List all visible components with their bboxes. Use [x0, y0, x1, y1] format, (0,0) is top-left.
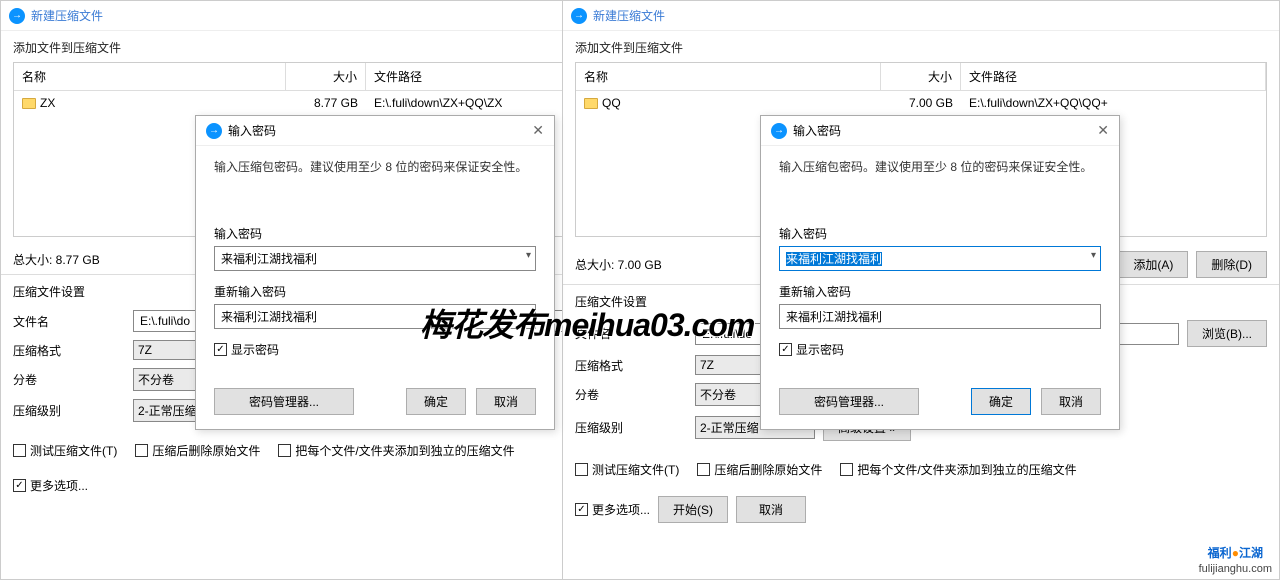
password-dialog-right: 输入密码 ✕ 输入压缩包密码。建议使用至少 8 位的密码来保证安全性。 输入密码…	[760, 115, 1120, 430]
password-dialog-left: 输入密码 ✕ 输入压缩包密码。建议使用至少 8 位的密码来保证安全性。 输入密码…	[195, 115, 555, 430]
start-button[interactable]: 开始(S)	[658, 496, 728, 523]
chevron-down-icon[interactable]: ▾	[1091, 250, 1096, 261]
check-more-options[interactable]: ✓更多选项...	[575, 501, 650, 518]
level-label: 压缩级别	[575, 419, 695, 436]
section-title: 添加文件到压缩文件	[13, 39, 567, 56]
dialog-title: 输入密码	[228, 122, 276, 139]
ok-button[interactable]: 确定	[406, 388, 466, 415]
check-show-password[interactable]: ✓显示密码	[214, 341, 536, 358]
col-name[interactable]: 名称	[14, 63, 286, 90]
total-size: 总大小: 8.77 GB	[13, 251, 100, 268]
window-title: 新建压缩文件	[31, 7, 103, 24]
folder-icon	[22, 98, 36, 109]
col-path[interactable]: 文件路径	[961, 63, 1266, 90]
check-test[interactable]: 测试压缩文件(T)	[13, 442, 117, 459]
col-name[interactable]: 名称	[576, 63, 881, 90]
app-icon	[9, 8, 25, 24]
check-separate[interactable]: 把每个文件/文件夹添加到独立的压缩文件	[278, 442, 514, 459]
app-icon	[771, 123, 787, 139]
folder-icon	[584, 98, 598, 109]
check-more-options[interactable]: ✓更多选项...	[13, 477, 88, 494]
filename-label: 文件名	[575, 325, 695, 342]
col-path[interactable]: 文件路径	[366, 63, 566, 90]
section-title: 添加文件到压缩文件	[575, 39, 1267, 56]
close-icon[interactable]: ✕	[532, 122, 544, 139]
check-separate[interactable]: 把每个文件/文件夹添加到独立的压缩文件	[840, 461, 1076, 478]
cancel-button[interactable]: 取消	[736, 496, 806, 523]
file-path: E:\.fuli\down\ZX+QQ\ZX	[366, 94, 566, 112]
password-confirm-field[interactable]: 来福利江湖找福利	[779, 304, 1101, 329]
table-row[interactable]: QQ 7.00 GB E:\.fuli\down\ZX+QQ\QQ+	[576, 91, 1266, 115]
password-field[interactable]: 来福利江湖找福利▾	[779, 246, 1101, 271]
password-field[interactable]: 来福利江湖找福利▾	[214, 246, 536, 271]
close-icon[interactable]: ✕	[1097, 122, 1109, 139]
password-manager-button[interactable]: 密码管理器...	[779, 388, 919, 415]
cancel-button[interactable]: 取消	[1041, 388, 1101, 415]
password-confirm-label: 重新输入密码	[779, 283, 1101, 300]
titlebar: 新建压缩文件	[563, 1, 1279, 31]
password-hint: 输入压缩包密码。建议使用至少 8 位的密码来保证安全性。	[214, 158, 536, 175]
window-title: 新建压缩文件	[593, 7, 665, 24]
app-icon	[571, 8, 587, 24]
format-label: 压缩格式	[575, 357, 695, 374]
password-manager-button[interactable]: 密码管理器...	[214, 388, 354, 415]
check-show-password[interactable]: ✓显示密码	[779, 341, 1101, 358]
check-delete-original[interactable]: 压缩后删除原始文件	[697, 461, 822, 478]
file-name: QQ	[602, 96, 621, 110]
cancel-button[interactable]: 取消	[476, 388, 536, 415]
filename-label: 文件名	[13, 313, 133, 330]
password-label: 输入密码	[214, 225, 536, 242]
level-label: 压缩级别	[13, 402, 133, 419]
file-size: 7.00 GB	[881, 94, 961, 112]
check-delete-original[interactable]: 压缩后删除原始文件	[135, 442, 260, 459]
password-hint: 输入压缩包密码。建议使用至少 8 位的密码来保证安全性。	[779, 158, 1101, 175]
password-label: 输入密码	[779, 225, 1101, 242]
ok-button[interactable]: 确定	[971, 388, 1031, 415]
password-confirm-label: 重新输入密码	[214, 283, 536, 300]
check-test[interactable]: 测试压缩文件(T)	[575, 461, 679, 478]
add-button[interactable]: 添加(A)	[1118, 251, 1188, 278]
volume-label: 分卷	[575, 386, 695, 403]
chevron-down-icon[interactable]: ▾	[526, 250, 531, 261]
password-confirm-field[interactable]: 来福利江湖找福利	[214, 304, 536, 329]
table-row[interactable]: ZX 8.77 GB E:\.fuli\down\ZX+QQ\ZX	[14, 91, 566, 115]
file-path: E:\.fuli\down\ZX+QQ\QQ+	[961, 94, 1266, 112]
format-label: 压缩格式	[13, 342, 133, 359]
delete-button[interactable]: 删除(D)	[1196, 251, 1267, 278]
titlebar: 新建压缩文件	[1, 1, 579, 31]
dialog-title: 输入密码	[793, 122, 841, 139]
app-icon	[206, 123, 222, 139]
total-size: 总大小: 7.00 GB	[575, 256, 662, 273]
col-size[interactable]: 大小	[286, 63, 366, 90]
col-size[interactable]: 大小	[881, 63, 961, 90]
corner-logo: 福利●江湖 fulijianghu.com	[1199, 540, 1272, 575]
file-size: 8.77 GB	[286, 94, 366, 112]
volume-label: 分卷	[13, 371, 133, 388]
file-name: ZX	[40, 96, 55, 110]
browse-button[interactable]: 浏览(B)...	[1187, 320, 1267, 347]
